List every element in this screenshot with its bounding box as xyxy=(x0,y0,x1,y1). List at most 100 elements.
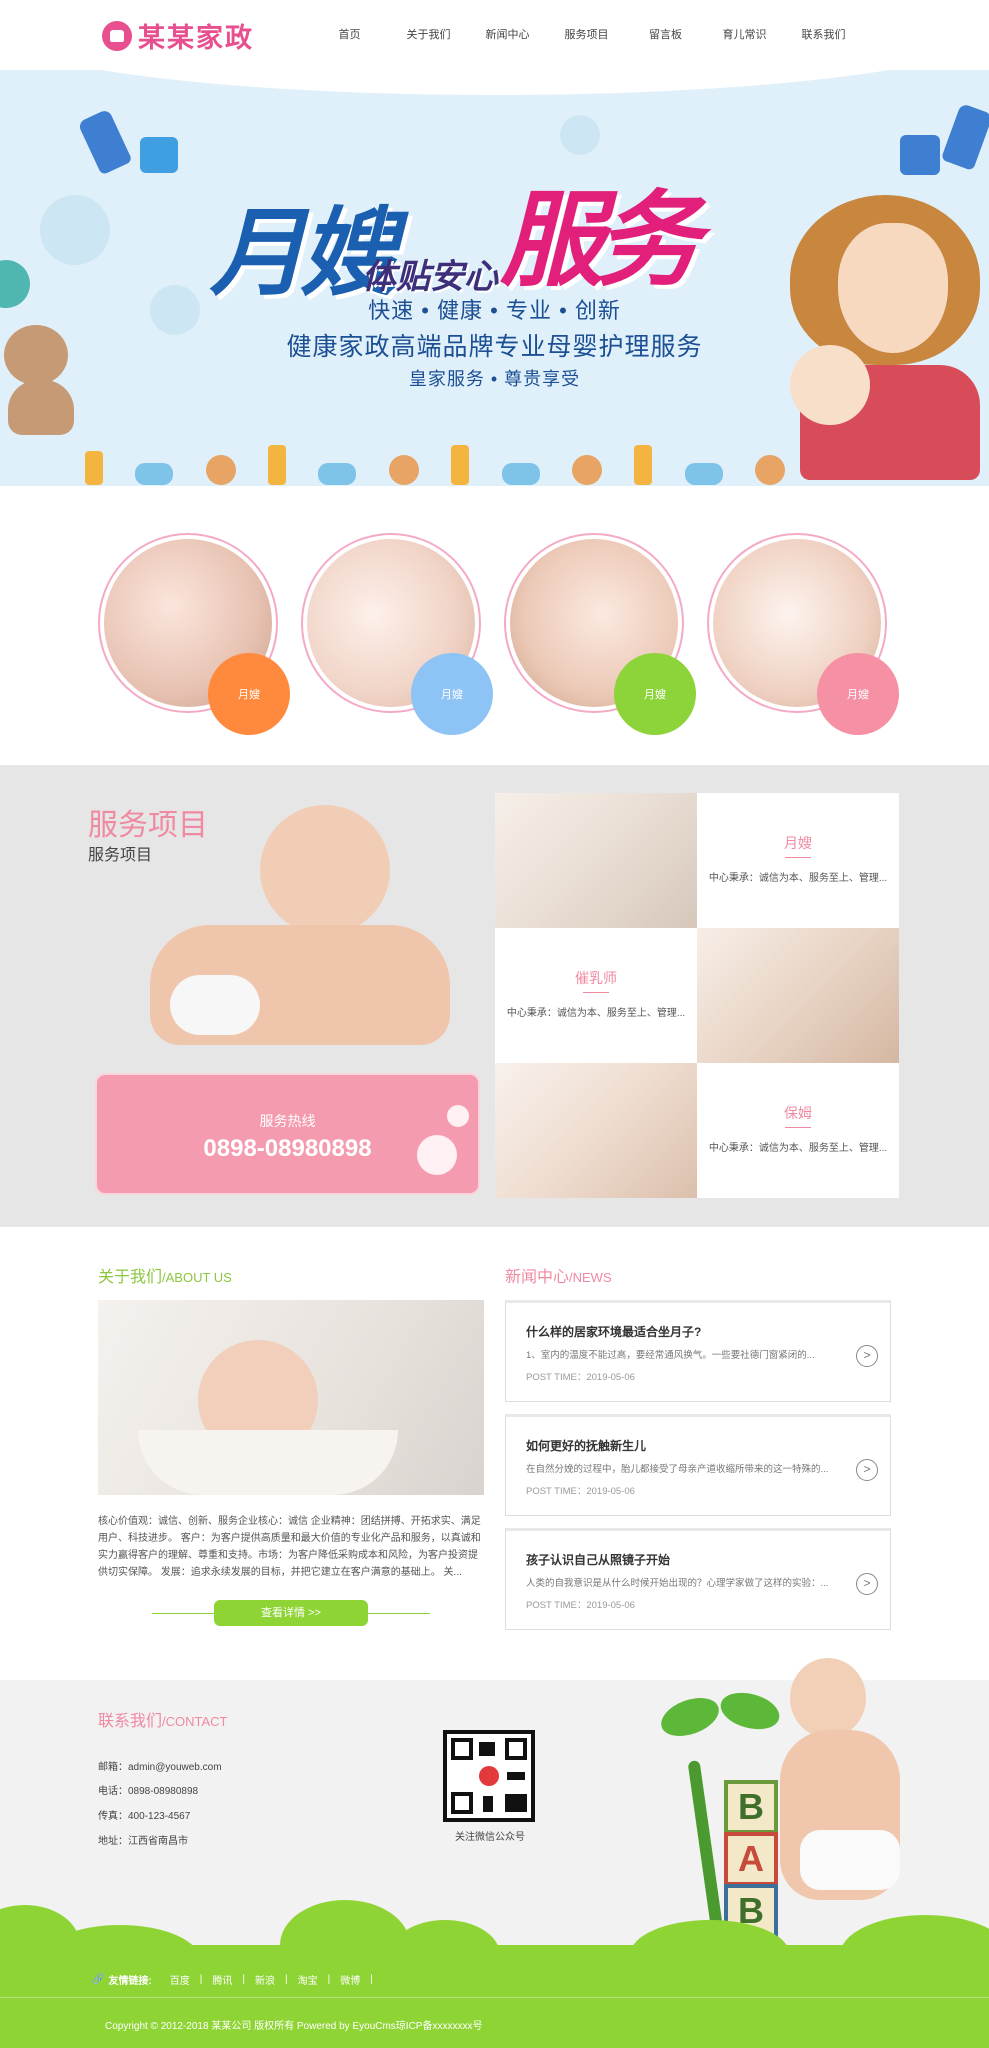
service-title: 催乳师 xyxy=(575,970,617,986)
friend-link-tencent[interactable]: 腾讯 xyxy=(212,1972,232,1987)
friend-link-weibo[interactable]: 微博 xyxy=(340,1972,360,1987)
logo-house-icon xyxy=(102,20,132,51)
contact-title-en: /CONTACT xyxy=(162,1714,228,1729)
flower-icon xyxy=(447,1105,469,1127)
nav-about[interactable]: 关于我们 xyxy=(389,26,468,42)
toy-car-icon xyxy=(501,463,540,485)
wechat-qr-code[interactable] xyxy=(443,1730,535,1822)
contact-fax: 传真：400-123-4567 xyxy=(98,1811,191,1822)
service-title: 保姆 xyxy=(784,1105,812,1121)
site-footer: 🔗 友情链接: 百度 | 腾讯 | 新浪 | 淘宝 | 微博 | Copyright © … xyxy=(0,1945,989,2048)
service-desc: 中心秉承：诚信为本、服务至上、管理... xyxy=(708,873,888,884)
site-logo[interactable]: 某某家政 xyxy=(102,16,254,55)
contact-section: 联系我们/CONTACT 邮箱：admin@youweb.com 电话：0898… xyxy=(0,1658,989,1950)
contact-email: 邮箱：admin@youweb.com xyxy=(98,1762,222,1773)
main-nav: 首页 关于我们 新闻中心 服务项目 留言板 育儿常识 联系我们 xyxy=(310,26,863,42)
chevron-right-icon[interactable]: > xyxy=(856,1459,878,1481)
service-desc: 中心秉承：诚信为本、服务至上、管理... xyxy=(506,1008,686,1019)
banner-tagline-2: 健康家政高端品牌专业母婴护理服务 xyxy=(286,333,703,361)
nav-home[interactable]: 首页 xyxy=(310,26,389,42)
nav-services[interactable]: 服务项目 xyxy=(547,26,626,42)
nav-parenting[interactable]: 育儿常识 xyxy=(705,26,784,42)
feature-badge: 月嫂 xyxy=(817,653,899,735)
service-photo-1[interactable] xyxy=(495,793,697,928)
copyright-text: Copyright © 2012-2018 某某公司 版权所有 Powered … xyxy=(105,2021,483,2032)
baby-head-shape xyxy=(260,805,390,935)
logo-text: 某某家政 xyxy=(138,23,254,53)
qr-module xyxy=(479,1742,495,1756)
news-item-2[interactable]: 如何更好的抚触新生儿 在自然分娩的过程中，胎儿都接受了母亲产道收缩所带来的这一特… xyxy=(505,1414,891,1516)
nav-news[interactable]: 新闻中心 xyxy=(468,26,547,42)
news-title: 新闻中心 xyxy=(505,1269,570,1286)
friend-link-baidu[interactable]: 百度 xyxy=(170,1972,190,1987)
banner-title: 月嫂 服务 体贴安心 xyxy=(200,135,760,307)
feature-badge: 月嫂 xyxy=(411,653,493,735)
separator: | xyxy=(242,1974,246,1985)
hotline-box[interactable]: 服务热线 0898-08980898 xyxy=(95,1073,480,1195)
news-item-3[interactable]: 孩子认识自己从照镜子开始 人类的自我意识是从什么时候开始出现的？心理学家做了这样… xyxy=(505,1528,891,1630)
giraffe-toy-icon xyxy=(634,445,653,485)
plant-stem-illustration xyxy=(687,1760,725,1940)
pattern-shape xyxy=(40,195,110,265)
news-item-time: POST TIME：2019-05-06 xyxy=(526,1600,635,1611)
giraffe-toy-icon xyxy=(451,445,470,485)
toy-car-icon xyxy=(135,463,174,485)
chevron-right-icon[interactable]: > xyxy=(856,1573,878,1595)
qr-finder xyxy=(505,1738,527,1760)
contact-heading: 联系我们/CONTACT xyxy=(98,1707,228,1731)
feature-card-1[interactable]: 月嫂 xyxy=(98,533,303,743)
news-item-desc: 人类的自我意识是从什么时候开始出现的？心理学家做了这样的实验：... xyxy=(526,1578,829,1589)
news-title-en: /NEWS xyxy=(569,1270,612,1285)
separator: | xyxy=(285,1974,288,1985)
link-icon: 🔗 xyxy=(92,1974,105,1985)
nav-guestbook[interactable]: 留言板 xyxy=(626,26,705,42)
bathtub-shape xyxy=(138,1430,398,1495)
about-more-button[interactable]: 查看详情 >> xyxy=(214,1600,368,1626)
banner-tagline-1: 快速 • 健康 • 专业 • 创新 xyxy=(368,298,621,323)
weibo-icon xyxy=(479,1766,499,1786)
service-item-baomu[interactable]: 保姆 中心秉承：诚信为本、服务至上、管理... xyxy=(697,1063,899,1198)
footer-divider xyxy=(0,1997,989,1998)
giraffe-toy-icon xyxy=(268,445,287,485)
about-title-en: /ABOUT US xyxy=(162,1270,232,1285)
service-photo-3[interactable] xyxy=(495,1063,697,1198)
divider xyxy=(583,992,609,993)
site-header: 某某家政 首页 关于我们 新闻中心 服务项目 留言板 育儿常识 联系我们 xyxy=(0,0,989,70)
baby-bottle-icon xyxy=(77,108,133,176)
contact-address: 地址：江西省南昌市 xyxy=(98,1836,188,1847)
hero-banner[interactable]: 月嫂 服务 体贴安心 快速 • 健康 • 专业 • 创新 健康家政高端品牌专业母… xyxy=(0,55,989,486)
toy-block: A xyxy=(724,1832,778,1886)
feature-badge: 月嫂 xyxy=(208,653,290,735)
teddy-toy-icon xyxy=(571,455,602,485)
about-text: 核心价值观：诚信、创新、服务企业核心：诚信 企业精神：团结拼搏、开拓求实、满足用… xyxy=(98,1516,481,1578)
nav-contact[interactable]: 联系我们 xyxy=(784,26,863,42)
friend-links-label: 友情链接: xyxy=(108,1976,152,1987)
feature-card-3[interactable]: 月嫂 xyxy=(504,533,709,743)
toy-car-icon xyxy=(318,463,357,485)
friend-link-taobao[interactable]: 淘宝 xyxy=(298,1972,318,1987)
toy-block: B xyxy=(724,1780,778,1834)
leaf-icon xyxy=(655,1690,725,1744)
friend-link-sina[interactable]: 新浪 xyxy=(255,1972,275,1987)
hotline-label: 服务热线 xyxy=(259,1113,316,1129)
crawling-baby-photo xyxy=(110,795,490,1065)
service-item-cuirushi[interactable]: 催乳师 中心秉承：诚信为本、服务至上、管理... xyxy=(495,928,697,1063)
feature-card-2[interactable]: 月嫂 xyxy=(301,533,506,743)
news-item-time: POST TIME：2019-05-06 xyxy=(526,1486,635,1497)
toy-row xyxy=(85,445,785,485)
about-title: 关于我们 xyxy=(98,1269,163,1286)
feature-card-4[interactable]: 月嫂 xyxy=(707,533,912,743)
about-photo-bath-baby xyxy=(98,1300,484,1495)
flower-icon xyxy=(417,1135,457,1175)
teddy-toy-icon xyxy=(205,455,236,485)
news-heading: 新闻中心/NEWS xyxy=(505,1263,612,1287)
chevron-right-icon[interactable]: > xyxy=(856,1345,878,1367)
about-heading: 关于我们/ABOUT US xyxy=(98,1263,232,1287)
news-item-1[interactable]: 什么样的居家环境最适合坐月子? 1、室内的温度不能过高，要经常通风换气。一些要社… xyxy=(505,1300,891,1402)
service-item-yuesao[interactable]: 月嫂 中心秉承：诚信为本、服务至上、管理... xyxy=(697,793,899,928)
service-photo-2[interactable] xyxy=(697,928,899,1063)
toy-car-icon xyxy=(684,463,723,485)
news-item-desc: 在自然分娩的过程中，胎儿都接受了母亲产道收缩所带来的这一特殊的... xyxy=(526,1464,829,1475)
friend-links: 🔗 友情链接: 百度 | 腾讯 | 新浪 | 淘宝 | 微博 | xyxy=(92,1972,383,1987)
separator: | xyxy=(327,1974,331,1985)
